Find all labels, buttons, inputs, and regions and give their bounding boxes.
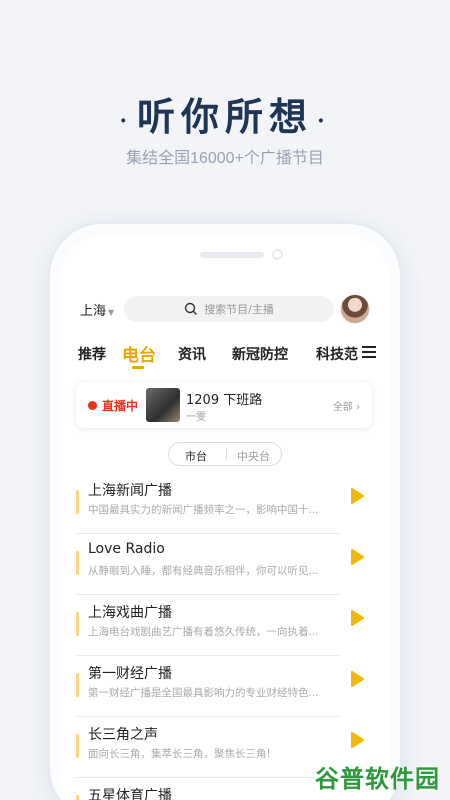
search-placeholder: 搜索节目/主播 [204, 303, 274, 316]
station-desc: 从静眼到入睡，都有经典音乐相伴，你可以听见... [88, 565, 319, 577]
tab-tech[interactable]: 科技范 [316, 344, 360, 364]
segment-central-stations[interactable]: 中央台 [237, 448, 270, 464]
headline-dot-left: · [119, 107, 133, 134]
station-name: Love Radio [88, 541, 165, 557]
view-all-link[interactable]: 全部 › [333, 398, 360, 413]
phone-camera [272, 249, 283, 260]
active-tab-indicator [132, 366, 144, 369]
play-icon[interactable] [350, 610, 364, 626]
play-icon[interactable] [350, 488, 364, 504]
play-icon[interactable] [350, 671, 364, 687]
station-desc: 上海电台戏剧曲艺广播有着悠久传统，一向执着... [88, 626, 319, 638]
list-item[interactable]: 第一财经广播 第一财经广播是全国最具影响力的专业财经特色... [76, 657, 340, 717]
avatar[interactable] [340, 294, 370, 324]
program-thumbnail [146, 388, 180, 422]
play-icon[interactable] [350, 732, 364, 748]
promo-headline: · 听你所想 · [0, 86, 450, 141]
top-bar: 上海 ▼ 搜索节目/主播 [60, 294, 390, 324]
item-accent-bar [76, 795, 79, 800]
list-item[interactable]: 长三角之声 面向长三角，集萃长三角，聚焦长三角! [76, 718, 340, 778]
item-accent-bar [76, 490, 79, 514]
live-program-title: 1209 下班路 [186, 393, 263, 408]
list-item[interactable]: 上海戏曲广播 上海电台戏剧曲艺广播有着悠久传统，一向执着... [76, 596, 340, 656]
station-desc: 面向长三角，集萃长三角，聚焦长三角! [88, 748, 271, 760]
search-input[interactable]: 搜索节目/主播 [124, 296, 334, 322]
live-program-host: 一雯 [186, 412, 206, 423]
list-item[interactable]: 五星体育广播 [76, 779, 340, 800]
tab-covid[interactable]: 新冠防控 [232, 344, 288, 364]
station-name: 上海新闻广播 [88, 483, 172, 499]
live-badge: 直播中 [102, 399, 139, 413]
station-desc: 中国最具实力的新闻广播频率之一，影响中国十... [88, 504, 319, 516]
station-scope-toggle: 市台 中央台 [168, 442, 282, 466]
item-accent-bar [76, 551, 79, 575]
station-name: 长三角之声 [88, 727, 158, 743]
city-selector[interactable]: 上海 ▼ [80, 300, 114, 319]
station-name: 第一财经广播 [88, 666, 172, 682]
tab-news[interactable]: 资讯 [178, 344, 206, 364]
headline-dot-right: · [317, 107, 331, 134]
list-item[interactable]: Love Radio 从静眼到入睡，都有经典音乐相伴，你可以听见... [76, 535, 340, 595]
item-accent-bar [76, 734, 79, 758]
item-accent-bar [76, 612, 79, 636]
promo-subline: 集结全国16000+个广播节目 [126, 150, 324, 167]
search-icon [184, 302, 198, 315]
list-item[interactable]: 上海新闻广播 中国最具实力的新闻广播频率之一，影响中国十... [76, 474, 340, 534]
item-accent-bar [76, 673, 79, 697]
station-name: 上海戏曲广播 [88, 605, 172, 621]
headline-text: 听你所想 [136, 94, 313, 139]
live-dot-icon [88, 401, 97, 410]
category-tabs: 推荐 电台 资讯 新冠防控 科技范 [60, 340, 390, 370]
app-screen: 上海 ▼ 搜索节目/主播 推荐 电台 资讯 新冠防控 科技范 直播中 1209 … [60, 236, 390, 800]
city-label: 上海 [80, 304, 107, 319]
tab-radio[interactable]: 电台 [122, 341, 156, 366]
site-watermark: 谷普软件园 [315, 766, 440, 793]
phone-frame: 上海 ▼ 搜索节目/主播 推荐 电台 资讯 新冠防控 科技范 直播中 1209 … [48, 222, 402, 800]
play-icon[interactable] [350, 549, 364, 565]
live-now-card[interactable]: 直播中 1209 下班路 一雯 全部 › [76, 382, 372, 428]
tab-recommend[interactable]: 推荐 [78, 344, 106, 364]
menu-icon[interactable] [362, 346, 376, 358]
segment-divider [226, 449, 227, 460]
chevron-down-icon: ▼ [108, 308, 115, 317]
station-desc: 第一财经广播是全国最具影响力的专业财经特色... [88, 687, 319, 699]
station-name: 五星体育广播 [88, 788, 172, 800]
segment-city-stations[interactable]: 市台 [185, 448, 207, 464]
phone-speaker [200, 252, 264, 258]
